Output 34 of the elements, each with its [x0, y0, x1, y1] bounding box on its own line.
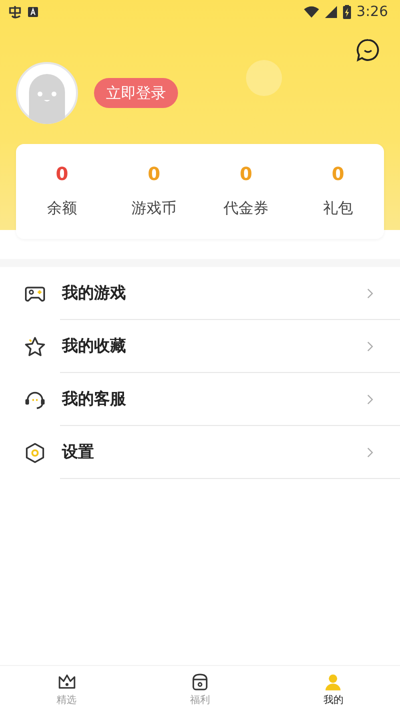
person-icon — [323, 672, 344, 692]
battery-icon — [342, 5, 351, 19]
notification-icon — [8, 5, 22, 19]
stat-value: 0 — [240, 164, 252, 185]
menu-label: 我的收藏 — [62, 336, 127, 357]
stat-label: 余额 — [47, 199, 77, 218]
menu-item[interactable]: 设置 — [0, 426, 400, 479]
menu-item[interactable]: 我的收藏 — [0, 320, 400, 373]
star-icon — [24, 336, 46, 358]
keyboard-icon — [28, 7, 38, 17]
chevron-right-icon — [367, 394, 374, 405]
rice-cooker-icon — [190, 672, 210, 692]
chevron-right-icon — [367, 341, 374, 352]
wifi-icon — [304, 6, 319, 18]
stat-value: 0 — [56, 164, 68, 185]
menu-item[interactable]: 我的客服 — [0, 373, 400, 426]
crown-icon — [56, 672, 77, 692]
signal-icon — [324, 6, 337, 18]
tab[interactable]: 我的 — [266, 666, 400, 712]
decorative-circle — [246, 60, 282, 96]
chevron-right-icon — [367, 288, 374, 299]
menu-label: 我的客服 — [62, 389, 127, 410]
stat-label: 游戏币 — [132, 199, 176, 218]
settings-icon — [24, 442, 46, 464]
clock-time: 3:26 — [356, 4, 388, 20]
menu-label: 我的游戏 — [62, 283, 127, 304]
stat-label: 代金券 — [224, 199, 268, 218]
stat-label: 礼包 — [323, 199, 353, 218]
stat-value: 0 — [148, 164, 160, 185]
chat-bubble-icon[interactable] — [356, 38, 380, 62]
stat-value: 0 — [332, 164, 344, 185]
chevron-right-icon — [367, 447, 374, 458]
menu-item[interactable]: 我的游戏 — [0, 267, 400, 320]
menu-label: 设置 — [62, 442, 95, 463]
